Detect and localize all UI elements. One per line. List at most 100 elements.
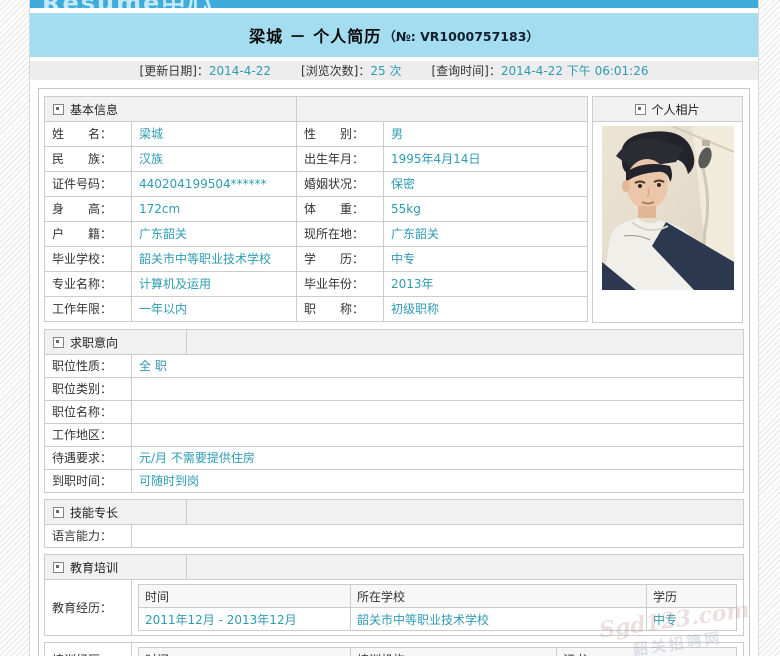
- edu-school: 韶关市中等职业技术学校: [351, 608, 647, 631]
- field-value: 440204199504******: [132, 172, 297, 196]
- table-row: 工作年限： 一年以内 职 称： 初级职称: [45, 296, 587, 321]
- top-banner: Resume中心: [30, 0, 758, 8]
- section-collapse-icon[interactable]: [635, 104, 646, 115]
- field-value: 172cm: [132, 197, 297, 221]
- resume-number: （№: VR1000757183）: [383, 26, 539, 45]
- section-collapse-icon[interactable]: [53, 562, 64, 573]
- section-training: 培训经历： 时间 培训机构 证书: [44, 642, 744, 656]
- field-label: 学 历：: [297, 247, 384, 271]
- field-label: 培训经历：: [45, 643, 132, 656]
- training-experience-table: 时间 培训机构 证书: [138, 647, 737, 656]
- personal-photo: [602, 126, 734, 290]
- basic-info-title: 基本信息: [70, 101, 118, 118]
- photo-box: 个人相片: [592, 96, 743, 323]
- basic-info-header: 基本信息: [45, 97, 587, 121]
- field-value: [132, 401, 743, 423]
- education-header: 教育培训: [45, 555, 743, 579]
- field-value: 计算机及运用: [132, 272, 297, 296]
- field-label: 户 籍：: [45, 222, 132, 246]
- photo-header: 个人相片: [593, 97, 742, 122]
- column-header: 时间: [139, 648, 351, 656]
- table-row: 毕业学校： 韶关市中等职业技术学校 学 历： 中专: [45, 246, 587, 271]
- field-value: 2013年: [384, 272, 587, 296]
- basic-info-area: 基本信息 姓 名： 梁城 性 别： 男 民 族： 汉族 出生年月： 1995年4…: [44, 96, 744, 323]
- photo-title: 个人相片: [651, 101, 699, 118]
- edu-time: 2011年12月 - 2013年12月: [139, 608, 351, 631]
- field-label: 身 高：: [45, 197, 132, 221]
- field-label: 性 别：: [297, 122, 384, 146]
- education-experience-table: 时间 所在学校 学历 2011年12月 - 2013年12月 韶关市中等职业技术…: [138, 584, 737, 631]
- table-row: 职位性质： 全 职: [45, 354, 743, 377]
- field-label: 毕业学校：: [45, 247, 132, 271]
- meta-update-date-value: 2014-4-22: [209, 64, 271, 78]
- field-value: [132, 424, 743, 446]
- field-value: 梁城: [132, 122, 297, 146]
- table-row: 语言能力：: [45, 524, 743, 547]
- field-label: 工作年限：: [45, 297, 132, 321]
- job-intention-header: 求职意向: [45, 330, 743, 354]
- table-row: 待遇要求： 元/月 不需要提供住房: [45, 446, 743, 469]
- meta-bar: [更新日期]：2014-4-22 [浏览次数]：25 次 [查询时间]：2014…: [30, 61, 758, 80]
- field-label: 教育经历：: [45, 580, 132, 635]
- field-label: 职位名称：: [45, 401, 132, 423]
- job-intention-title: 求职意向: [70, 334, 118, 351]
- table-row: 户 籍： 广东韶关 现所在地： 广东韶关: [45, 221, 587, 246]
- resume-panel: 基本信息 姓 名： 梁城 性 别： 男 民 族： 汉族 出生年月： 1995年4…: [38, 88, 750, 656]
- page-title: 梁城 － 个人简历: [249, 23, 381, 47]
- field-value: 汉族: [132, 147, 297, 171]
- table-row: 专业名称： 计算机及运用 毕业年份： 2013年: [45, 271, 587, 296]
- section-job-intention: 求职意向 职位性质： 全 职 职位类别： 职位名称： 工作地区： 待遇要求：: [44, 329, 744, 493]
- table-row: 职位名称：: [45, 400, 743, 423]
- education-title: 教育培训: [70, 559, 118, 576]
- table-row: 身 高： 172cm 体 重： 55kg: [45, 196, 587, 221]
- field-label: 职 称：: [297, 297, 384, 321]
- field-label: 出生年月：: [297, 147, 384, 171]
- field-value: [132, 525, 743, 547]
- resume-page: Resume中心 梁城 － 个人简历 （№: VR1000757183） [更新…: [29, 0, 759, 656]
- field-label: 现所在地：: [297, 222, 384, 246]
- table-row: 到职时间： 可随时到岗: [45, 469, 743, 492]
- field-label: 到职时间：: [45, 470, 132, 492]
- field-label: 姓 名：: [45, 122, 132, 146]
- meta-query-time: [查询时间]：2014-4-22 下午 06:01:26: [431, 62, 648, 79]
- field-value: 男: [384, 122, 587, 146]
- column-header: 证书: [557, 648, 737, 656]
- table-row: 工作地区：: [45, 423, 743, 446]
- field-label: 职位性质：: [45, 355, 132, 377]
- meta-view-count-value: 25 次: [370, 64, 401, 78]
- column-header: 时间: [139, 585, 351, 608]
- field-label: 婚姻状况：: [297, 172, 384, 196]
- meta-view-count-label: [浏览次数]：: [301, 64, 370, 78]
- field-value: 保密: [384, 172, 587, 196]
- table-row: 证件号码： 440204199504****** 婚姻状况： 保密: [45, 171, 587, 196]
- section-collapse-icon[interactable]: [53, 507, 64, 518]
- edu-degree: 中专: [647, 608, 737, 631]
- field-value: 55kg: [384, 197, 587, 221]
- resume-title-bar: 梁城 － 个人简历 （№: VR1000757183）: [30, 13, 758, 57]
- section-collapse-icon[interactable]: [53, 337, 64, 348]
- field-label: 工作地区：: [45, 424, 132, 446]
- field-value: 1995年4月14日: [384, 147, 587, 171]
- section-collapse-icon[interactable]: [53, 104, 64, 115]
- field-label: 毕业年份：: [297, 272, 384, 296]
- field-label: 体 重：: [297, 197, 384, 221]
- field-value: 可随时到岗: [132, 470, 743, 492]
- column-header: 培训机构: [351, 648, 557, 656]
- section-skills: 技能专长 语言能力：: [44, 499, 744, 548]
- field-label: 语言能力：: [45, 525, 132, 547]
- field-label: 待遇要求：: [45, 447, 132, 469]
- meta-view-count: [浏览次数]：25 次: [301, 62, 401, 79]
- education-experience-row: 教育经历： 时间 所在学校 学历 2011年12月 - 2013年12月 韶关市…: [45, 579, 743, 635]
- table-row: 姓 名： 梁城 性 别： 男: [45, 121, 587, 146]
- column-header: 学历: [647, 585, 737, 608]
- skills-title: 技能专长: [70, 504, 118, 521]
- field-value: 中专: [384, 247, 587, 271]
- meta-update-date-label: [更新日期]：: [140, 64, 209, 78]
- meta-query-time-label: [查询时间]：: [431, 64, 500, 78]
- field-value: 元/月 不需要提供住房: [132, 447, 743, 469]
- field-value: 广东韶关: [132, 222, 297, 246]
- table-row: 民 族： 汉族 出生年月： 1995年4月14日: [45, 146, 587, 171]
- field-label: 专业名称：: [45, 272, 132, 296]
- field-value: 初级职称: [384, 297, 587, 321]
- training-experience-row: 培训经历： 时间 培训机构 证书: [45, 643, 743, 656]
